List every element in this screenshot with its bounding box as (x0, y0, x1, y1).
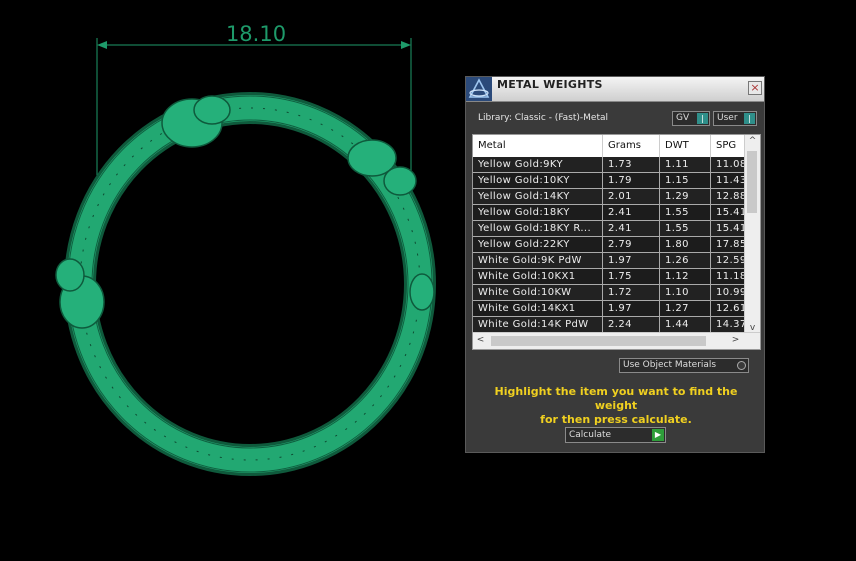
matrix-logo-icon (466, 77, 492, 101)
table-cell: 2.41 (603, 205, 660, 221)
table-cell: 1.12 (660, 269, 711, 285)
column-header-spg[interactable]: SPG (711, 135, 747, 157)
table-cell: 1.11 (660, 157, 711, 173)
table-row[interactable]: White Gold:10KX1 1.75 1.12 11.18 (473, 269, 747, 285)
instruction-line-2: for then press calculate. (540, 413, 692, 426)
ring-stones (55, 95, 435, 329)
use-object-materials-option[interactable]: Use Object Materials (619, 358, 749, 373)
table-cell: 2.79 (603, 237, 660, 253)
table-cell: 1.15 (660, 173, 711, 189)
table-cell: 1.97 (603, 301, 660, 317)
table-cell: 15.41 (711, 221, 747, 237)
table-row[interactable]: Yellow Gold:10KY 1.79 1.15 11.43 (473, 173, 747, 189)
metal-table[interactable]: Metal Grams DWT SPG Yellow Gold:9KY 1.73 1… (472, 134, 761, 350)
table-cell: 1.55 (660, 205, 711, 221)
table-cell: Yellow Gold:10KY (473, 173, 603, 189)
table-cell: 1.55 (660, 221, 711, 237)
table-row[interactable]: Yellow Gold:18KY 2.41 1.55 15.41 (473, 205, 747, 221)
toggle-knob-icon: | (697, 113, 708, 124)
table-cell: 1.44 (660, 317, 711, 333)
gv-toggle-label: GV (676, 113, 690, 123)
column-header-dwt[interactable]: DWT (660, 135, 711, 157)
calculate-button[interactable]: Calculate ▶ (565, 427, 666, 443)
table-cell: Yellow Gold:14KY (473, 189, 603, 205)
play-icon: ▶ (652, 429, 664, 441)
gv-toggle[interactable]: GV | (672, 111, 710, 126)
horizontal-scrollbar[interactable]: < > (473, 332, 760, 349)
instruction-text: Highlight the item you want to find the … (476, 385, 756, 427)
table-cell: 12.59 (711, 253, 747, 269)
toggle-knob-icon: | (744, 113, 755, 124)
dimension-label: 18.10 (226, 22, 286, 46)
table-cell: 10.99 (711, 285, 747, 301)
table-header: Metal Grams DWT SPG (473, 135, 747, 158)
table-row[interactable]: Yellow Gold:18KY R... 2.41 1.55 15.41 (473, 221, 747, 237)
column-header-grams[interactable]: Grams (603, 135, 660, 157)
table-cell: 12.88 (711, 189, 747, 205)
table-row[interactable]: Yellow Gold:9KY 1.73 1.11 11.08 (473, 157, 747, 173)
table-cell: 15.41 (711, 205, 747, 221)
calculate-label: Calculate (569, 430, 612, 440)
table-cell: 11.43 (711, 173, 747, 189)
table-cell: 11.08 (711, 157, 747, 173)
table-cell: White Gold:10KW (473, 285, 603, 301)
table-row[interactable]: White Gold:9K PdW 1.97 1.26 12.59 (473, 253, 747, 269)
table-cell: 1.10 (660, 285, 711, 301)
table-cell: Yellow Gold:9KY (473, 157, 603, 173)
table-cell: White Gold:9K PdW (473, 253, 603, 269)
table-cell: White Gold:10KX1 (473, 269, 603, 285)
table-body: Yellow Gold:9KY 1.73 1.11 11.08 Yellow Gold:… (473, 157, 747, 333)
table-cell: Yellow Gold:22KY (473, 237, 603, 253)
table-cell: 14.37 (711, 317, 747, 333)
table-cell: 12.61 (711, 301, 747, 317)
table-cell: 2.24 (603, 317, 660, 333)
table-cell: 1.80 (660, 237, 711, 253)
table-cell: 1.79 (603, 173, 660, 189)
table-row[interactable]: Yellow Gold:14KY 2.01 1.29 12.88 (473, 189, 747, 205)
table-cell: 1.27 (660, 301, 711, 317)
table-cell: White Gold:14KX1 (473, 301, 603, 317)
table-cell: 1.72 (603, 285, 660, 301)
close-icon[interactable]: × (748, 81, 762, 95)
panel-titlebar[interactable]: METAL WEIGHTS × (466, 77, 764, 102)
table-row[interactable]: White Gold:10KW 1.72 1.10 10.99 (473, 285, 747, 301)
metal-weights-panel: METAL WEIGHTS × Library: Classic - (Fast… (465, 76, 765, 453)
table-cell: 1.26 (660, 253, 711, 269)
scroll-right-icon[interactable]: > (728, 335, 743, 345)
user-toggle-label: User (717, 113, 738, 123)
table-cell: 1.75 (603, 269, 660, 285)
dimension-arrow-right (401, 41, 411, 49)
panel-title: METAL WEIGHTS (497, 78, 603, 91)
library-label: Library: Classic - (Fast)-Metal (478, 113, 609, 123)
horizontal-scroll-thumb[interactable] (491, 336, 706, 346)
table-cell: 17.85 (711, 237, 747, 253)
scroll-left-icon[interactable]: < (473, 335, 488, 345)
instruction-line-1: Highlight the item you want to find the … (494, 385, 738, 412)
user-toggle[interactable]: User | (713, 111, 757, 126)
table-cell: Yellow Gold:18KY (473, 205, 603, 221)
table-cell: 2.41 (603, 221, 660, 237)
column-header-metal[interactable]: Metal (473, 135, 603, 157)
table-cell: 11.18 (711, 269, 747, 285)
table-cell: 1.73 (603, 157, 660, 173)
table-row[interactable]: White Gold:14KX1 1.97 1.27 12.61 (473, 301, 747, 317)
dimension-arrow-left (97, 41, 107, 49)
table-row[interactable]: Yellow Gold:22KY 2.79 1.80 17.85 (473, 237, 747, 253)
table-cell: 1.97 (603, 253, 660, 269)
table-cell: 1.29 (660, 189, 711, 205)
vertical-scroll-thumb[interactable] (747, 151, 757, 213)
table-row[interactable]: White Gold:14K PdW 2.24 1.44 14.37 (473, 317, 747, 333)
table-cell: Yellow Gold:18KY R... (473, 221, 603, 237)
use-object-materials-label: Use Object Materials (623, 360, 717, 370)
vertical-scrollbar[interactable]: ^ v (744, 135, 760, 334)
radio-icon[interactable] (737, 361, 746, 370)
scroll-up-icon[interactable]: ^ (745, 136, 760, 146)
table-cell: 2.01 (603, 189, 660, 205)
table-cell: White Gold:14K PdW (473, 317, 603, 333)
